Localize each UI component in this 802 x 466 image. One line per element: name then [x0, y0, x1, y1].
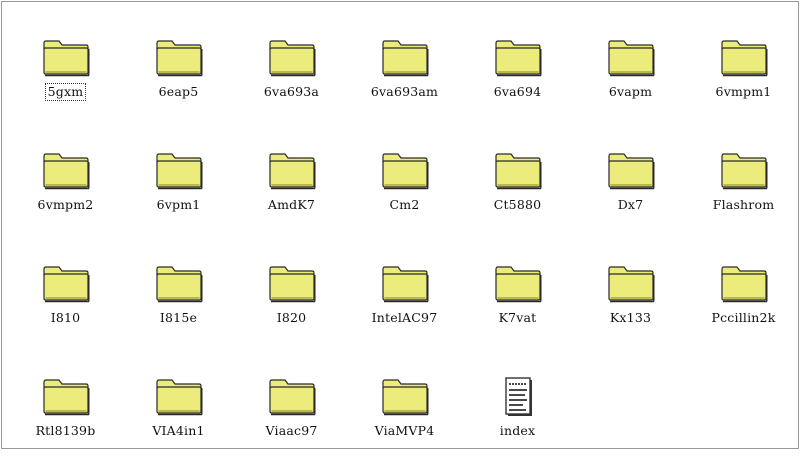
folder-item[interactable]: AmdK7	[235, 127, 348, 240]
folder-icon	[266, 250, 318, 304]
folder-icon	[40, 250, 92, 304]
folder-icon	[718, 250, 770, 304]
folder-icon	[153, 363, 205, 417]
folder-item[interactable]: 5gxm	[9, 14, 122, 127]
folder-item[interactable]: Ct5880	[461, 127, 574, 240]
folder-item[interactable]: IntelAC97	[348, 240, 461, 353]
folder-item[interactable]: ViaMVP4	[348, 353, 461, 466]
folder-icon	[605, 24, 657, 78]
folder-item[interactable]: Flashrom	[687, 127, 800, 240]
folder-icon	[379, 363, 431, 417]
folder-label: Dx7	[617, 197, 644, 212]
folder-item[interactable]: 6eap5	[122, 14, 235, 127]
folder-item[interactable]: VIA4in1	[122, 353, 235, 466]
folder-label: Pccillin2k	[711, 310, 776, 325]
folder-item[interactable]: I815e	[122, 240, 235, 353]
folder-icon	[153, 250, 205, 304]
folder-icon	[40, 137, 92, 191]
folder-label: 6vpm1	[156, 197, 201, 212]
document-icon	[492, 363, 544, 417]
folder-item[interactable]: 6va693a	[235, 14, 348, 127]
folder-icon	[266, 24, 318, 78]
folder-label: I810	[50, 310, 81, 325]
folder-item[interactable]: I820	[235, 240, 348, 353]
folder-label: Ct5880	[493, 197, 542, 212]
folder-label: AmdK7	[267, 197, 316, 212]
folder-icon	[492, 24, 544, 78]
folder-label: 6eap5	[158, 84, 199, 99]
folder-item[interactable]: 6vapm	[574, 14, 687, 127]
folder-item[interactable]: Dx7	[574, 127, 687, 240]
folder-icon	[266, 137, 318, 191]
folder-label: Viaac97	[265, 423, 318, 438]
folder-item[interactable]: 6vmpm2	[9, 127, 122, 240]
folder-label: ViaMVP4	[374, 423, 435, 438]
folder-icon	[153, 24, 205, 78]
folder-icon	[40, 363, 92, 417]
file-item[interactable]: index	[461, 353, 574, 466]
folder-item[interactable]: 6vmpm1	[687, 14, 800, 127]
file-grid: 5gxm 6eap5 6va693a 6va693am 6va694 6vapm…	[9, 14, 800, 466]
folder-label: I820	[276, 310, 307, 325]
folder-item[interactable]: Pccillin2k	[687, 240, 800, 353]
folder-icon	[266, 363, 318, 417]
folder-item[interactable]: 6va694	[461, 14, 574, 127]
folder-icon	[153, 137, 205, 191]
folder-label: Cm2	[389, 197, 420, 212]
folder-label: Rtl8139b	[35, 423, 96, 438]
folder-item[interactable]: 6vpm1	[122, 127, 235, 240]
folder-icon	[40, 24, 92, 78]
folder-label: 6va693a	[263, 84, 320, 99]
folder-label: VIA4in1	[152, 423, 205, 438]
folder-icon	[718, 24, 770, 78]
folder-label: IntelAC97	[371, 310, 438, 325]
file-explorer-window: 5gxm 6eap5 6va693a 6va693am 6va694 6vapm…	[1, 1, 799, 449]
folder-label: Flashrom	[712, 197, 775, 212]
folder-label: 6vmpm1	[715, 84, 772, 99]
folder-item[interactable]: Kx133	[574, 240, 687, 353]
folder-label: 6va693am	[370, 84, 439, 99]
folder-icon	[492, 250, 544, 304]
folder-icon	[718, 137, 770, 191]
folder-item[interactable]: I810	[9, 240, 122, 353]
file-label: index	[499, 423, 536, 438]
folder-label: K7vat	[498, 310, 537, 325]
folder-label: 6vapm	[608, 84, 653, 99]
folder-icon	[492, 137, 544, 191]
folder-item[interactable]: Viaac97	[235, 353, 348, 466]
folder-label: Kx133	[609, 310, 652, 325]
folder-icon	[605, 250, 657, 304]
folder-label: I815e	[159, 310, 198, 325]
folder-icon	[379, 24, 431, 78]
folder-item[interactable]: 6va693am	[348, 14, 461, 127]
folder-icon	[379, 137, 431, 191]
folder-item[interactable]: Cm2	[348, 127, 461, 240]
folder-label: 6va694	[493, 84, 542, 99]
folder-item[interactable]: K7vat	[461, 240, 574, 353]
folder-icon	[605, 137, 657, 191]
folder-icon	[379, 250, 431, 304]
folder-label: 5gxm	[44, 83, 87, 101]
folder-label: 6vmpm2	[37, 197, 94, 212]
folder-item[interactable]: Rtl8139b	[9, 353, 122, 466]
